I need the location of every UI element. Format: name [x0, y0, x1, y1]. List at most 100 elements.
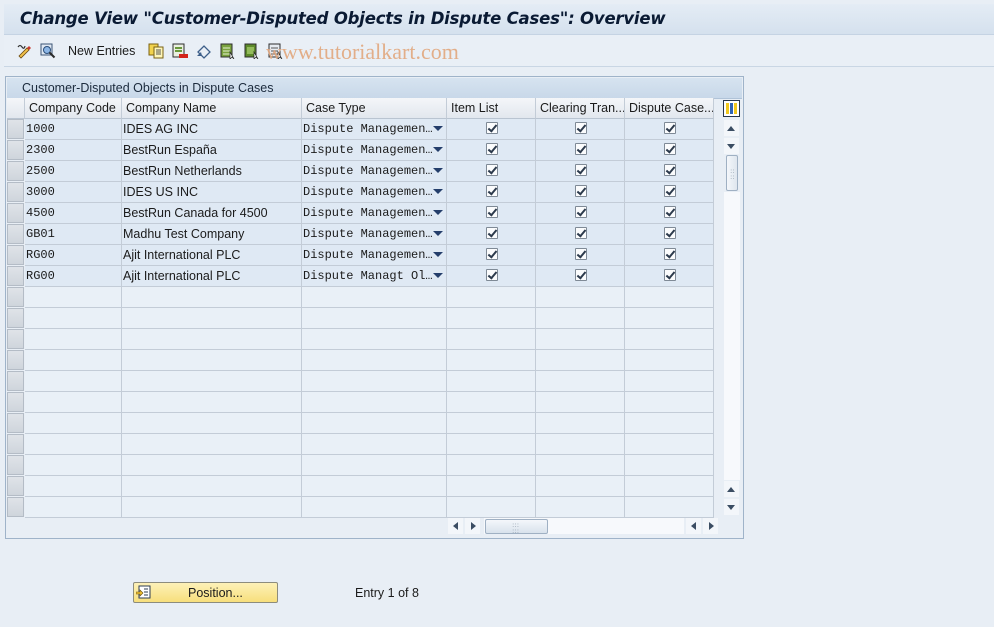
position-button[interactable]: Position...	[133, 582, 278, 603]
scroll-right-button[interactable]	[465, 518, 480, 534]
dispute-case-checkbox-cell[interactable]	[625, 350, 714, 371]
clearing-tran-checkbox-cell[interactable]	[536, 224, 625, 245]
company-name-cell[interactable]: IDES AG INC	[122, 119, 302, 140]
scroll-page-down-button[interactable]	[724, 499, 739, 515]
dispute-case-checkbox-cell[interactable]	[625, 455, 714, 476]
company-name-cell[interactable]: BestRun España	[122, 140, 302, 161]
row-selector[interactable]	[7, 266, 24, 286]
clearing-tran-checkbox-cell[interactable]	[536, 308, 625, 329]
company-code-cell[interactable]: 1000	[25, 119, 122, 140]
company-name-cell[interactable]: Ajit International PLC	[122, 245, 302, 266]
case-type-dropdown[interactable]	[302, 413, 447, 434]
dispute-case-checkbox[interactable]	[664, 227, 676, 239]
clearing-tran-checkbox[interactable]	[575, 269, 587, 281]
company-name-cell[interactable]	[122, 287, 302, 308]
case-type-dropdown[interactable]: Dispute Managt Ol…	[302, 266, 447, 287]
dispute-case-checkbox-cell[interactable]	[625, 308, 714, 329]
dispute-case-checkbox[interactable]	[664, 206, 676, 218]
case-type-dropdown[interactable]: Dispute Managemen…	[302, 224, 447, 245]
dispute-case-checkbox-cell[interactable]	[625, 413, 714, 434]
row-selector[interactable]	[7, 476, 24, 496]
company-code-cell[interactable]	[25, 371, 122, 392]
dispute-case-checkbox-cell[interactable]	[625, 140, 714, 161]
table-settings-icon[interactable]	[723, 100, 740, 117]
item-list-checkbox-cell[interactable]	[447, 308, 536, 329]
select-all-rows-header[interactable]	[7, 98, 25, 119]
company-name-cell[interactable]: IDES US INC	[122, 182, 302, 203]
row-selector[interactable]	[7, 224, 24, 244]
row-selector[interactable]	[7, 245, 24, 265]
item-list-checkbox-cell[interactable]	[447, 476, 536, 497]
case-type-dropdown[interactable]	[302, 287, 447, 308]
dispute-case-checkbox-cell[interactable]	[625, 182, 714, 203]
company-name-cell[interactable]	[122, 497, 302, 518]
column-header-item-list[interactable]: Item List	[447, 98, 536, 119]
dispute-case-checkbox-cell[interactable]	[625, 329, 714, 350]
item-list-checkbox-cell[interactable]	[447, 182, 536, 203]
company-code-cell[interactable]: 2300	[25, 140, 122, 161]
case-type-dropdown[interactable]: Dispute Managemen…	[302, 182, 447, 203]
dispute-case-checkbox-cell[interactable]	[625, 392, 714, 413]
item-list-checkbox-cell[interactable]	[447, 287, 536, 308]
case-type-dropdown[interactable]: Dispute Managemen…	[302, 161, 447, 182]
item-list-checkbox[interactable]	[486, 206, 498, 218]
item-list-checkbox-cell[interactable]	[447, 245, 536, 266]
clearing-tran-checkbox[interactable]	[575, 122, 587, 134]
row-selector[interactable]	[7, 350, 24, 370]
case-type-dropdown[interactable]	[302, 434, 447, 455]
item-list-checkbox[interactable]	[486, 143, 498, 155]
clearing-tran-checkbox-cell[interactable]	[536, 392, 625, 413]
clearing-tran-checkbox-cell[interactable]	[536, 203, 625, 224]
company-code-cell[interactable]	[25, 308, 122, 329]
company-name-cell[interactable]	[122, 455, 302, 476]
company-name-cell[interactable]	[122, 329, 302, 350]
case-type-dropdown[interactable]	[302, 455, 447, 476]
vertical-scrollbar-thumb[interactable]: ::::	[726, 155, 738, 191]
scroll-page-right-button[interactable]	[703, 518, 718, 534]
company-code-cell[interactable]	[25, 476, 122, 497]
case-type-dropdown[interactable]: Dispute Managemen…	[302, 245, 447, 266]
clearing-tran-checkbox-cell[interactable]	[536, 371, 625, 392]
column-header-company-code[interactable]: Company Code	[25, 98, 122, 119]
item-list-checkbox-cell[interactable]	[447, 455, 536, 476]
row-selector[interactable]	[7, 392, 24, 412]
row-selector[interactable]	[7, 413, 24, 433]
case-type-dropdown[interactable]	[302, 497, 447, 518]
row-selector[interactable]	[7, 119, 24, 139]
company-code-cell[interactable]: 4500	[25, 203, 122, 224]
dropdown-arrow-icon[interactable]	[433, 273, 443, 278]
item-list-checkbox-cell[interactable]	[447, 119, 536, 140]
dispute-case-checkbox-cell[interactable]	[625, 476, 714, 497]
clearing-tran-checkbox-cell[interactable]	[536, 161, 625, 182]
item-list-checkbox-cell[interactable]	[447, 350, 536, 371]
case-type-dropdown[interactable]	[302, 329, 447, 350]
case-type-dropdown[interactable]	[302, 308, 447, 329]
company-code-cell[interactable]	[25, 392, 122, 413]
dropdown-arrow-icon[interactable]	[433, 231, 443, 236]
dropdown-arrow-icon[interactable]	[433, 210, 443, 215]
new-entries-button[interactable]: New Entries	[68, 44, 135, 58]
dropdown-arrow-icon[interactable]	[433, 252, 443, 257]
clearing-tran-checkbox-cell[interactable]	[536, 119, 625, 140]
case-type-dropdown[interactable]	[302, 350, 447, 371]
clearing-tran-checkbox-cell[interactable]	[536, 476, 625, 497]
row-selector[interactable]	[7, 497, 24, 517]
dispute-case-checkbox-cell[interactable]	[625, 371, 714, 392]
clearing-tran-checkbox[interactable]	[575, 143, 587, 155]
dispute-case-checkbox[interactable]	[664, 143, 676, 155]
company-name-cell[interactable]	[122, 392, 302, 413]
dispute-case-checkbox[interactable]	[664, 164, 676, 176]
column-header-dispute-case[interactable]: Dispute Case...	[625, 98, 714, 119]
undo-change-icon[interactable]	[196, 43, 212, 59]
clearing-tran-checkbox-cell[interactable]	[536, 497, 625, 518]
case-type-dropdown[interactable]: Dispute Managemen…	[302, 140, 447, 161]
company-name-cell[interactable]	[122, 434, 302, 455]
company-code-cell[interactable]	[25, 455, 122, 476]
row-selector[interactable]	[7, 434, 24, 454]
item-list-checkbox[interactable]	[486, 248, 498, 260]
item-list-checkbox-cell[interactable]	[447, 203, 536, 224]
display-change-icon[interactable]	[16, 43, 32, 59]
dropdown-arrow-icon[interactable]	[433, 147, 443, 152]
item-list-checkbox-cell[interactable]	[447, 266, 536, 287]
row-selector[interactable]	[7, 182, 24, 202]
